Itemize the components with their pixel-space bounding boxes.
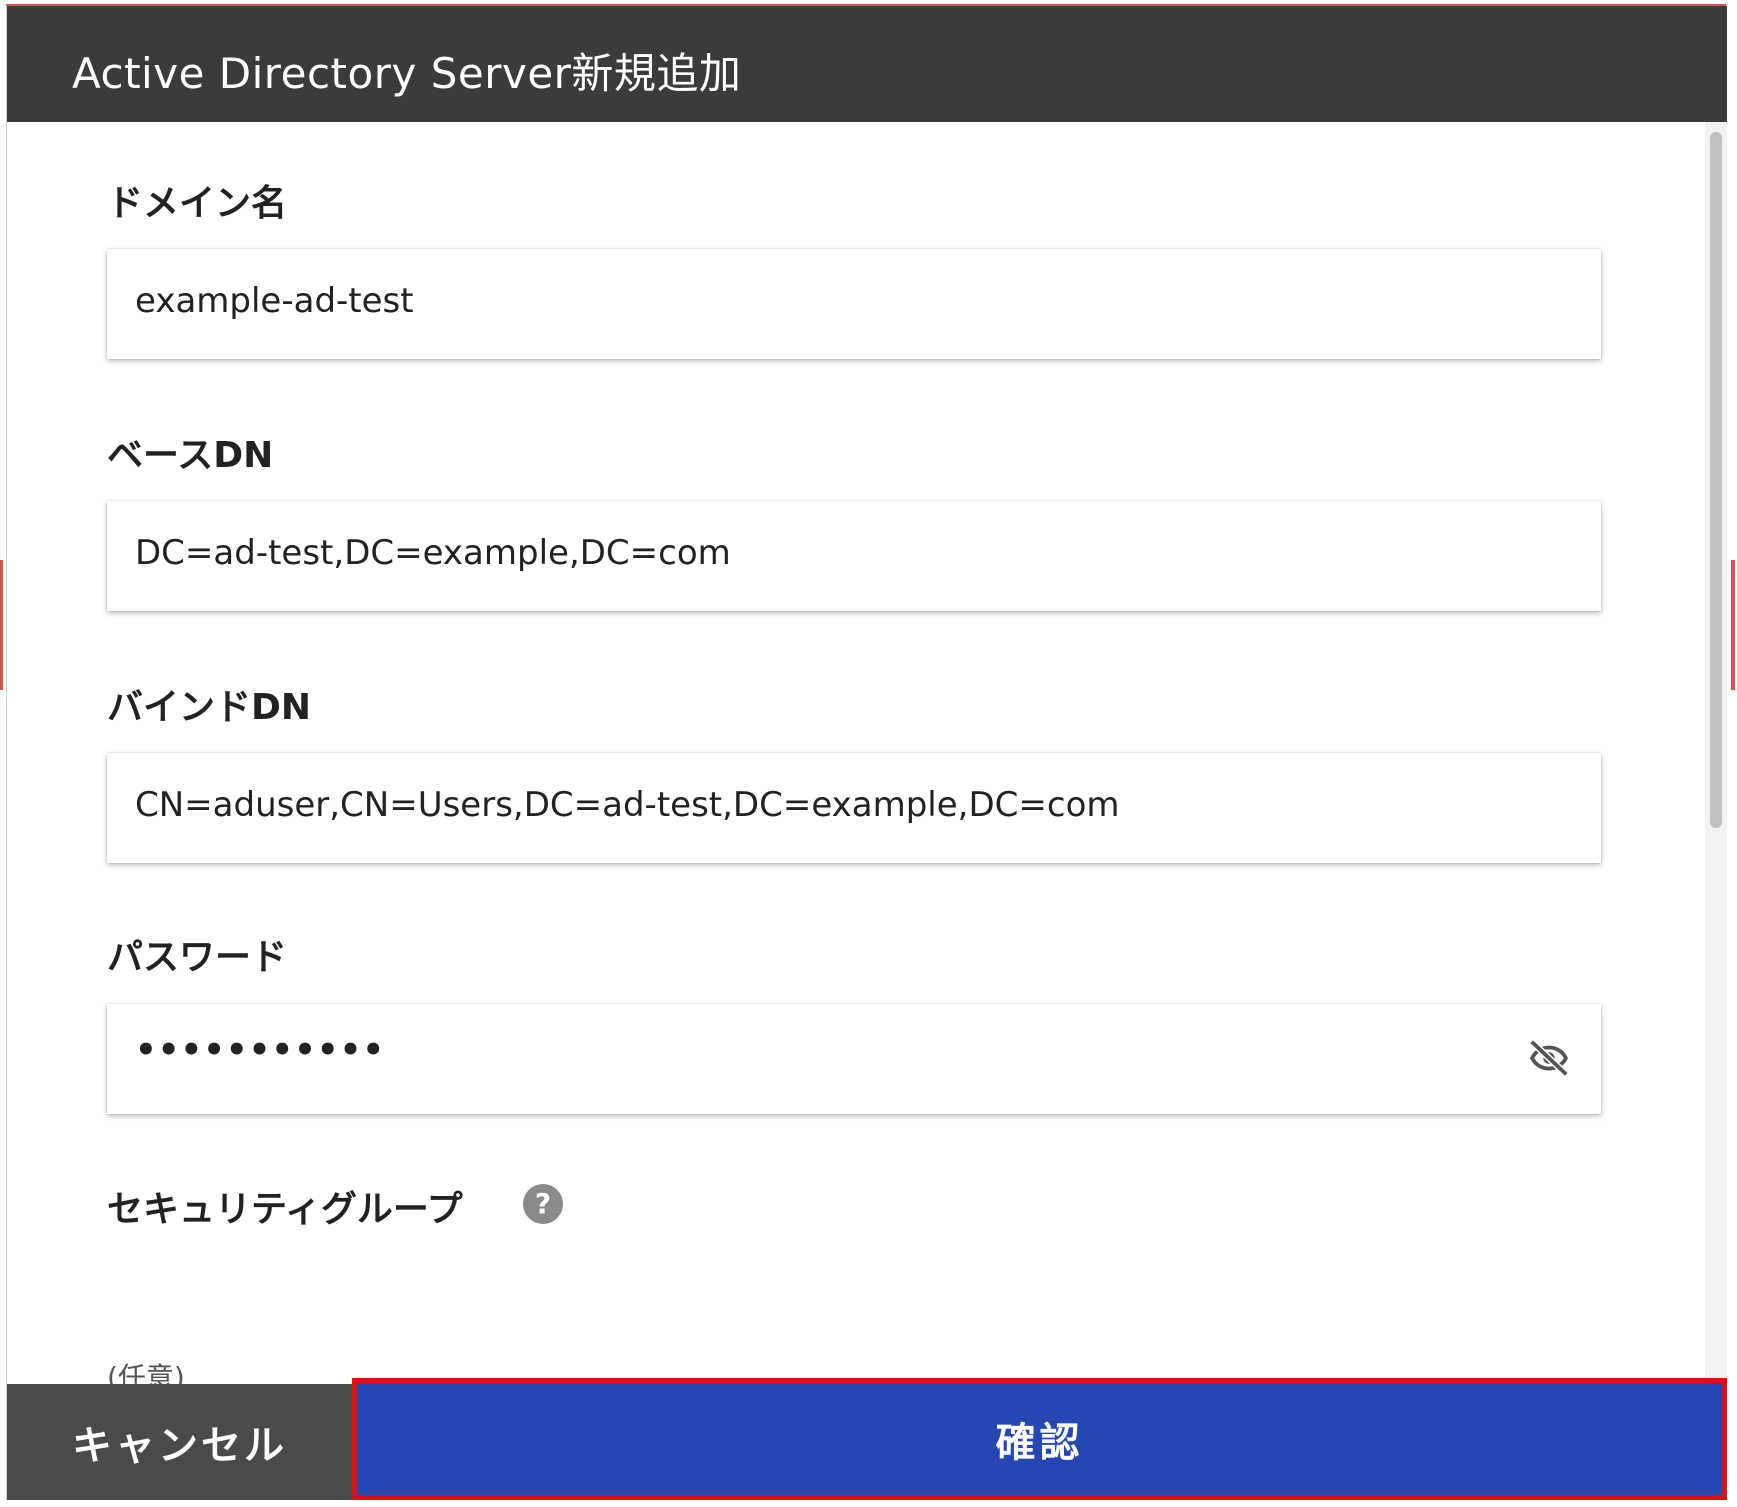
dialog-footer: キャンセル 確認 [7,1378,1727,1500]
password-input-value: ••••••••••• [135,1030,386,1070]
dialog-title: Active Directory Server新規追加 [72,49,742,98]
scrollbar-thumb[interactable] [1710,132,1722,828]
optional-note: (任意) [107,1361,185,1384]
base-dn-input-value: DC=ad-test,DC=example,DC=com [135,533,731,573]
security-group-label: セキュリティグループ [107,1189,463,1230]
domain-input-value: example-ad-test [135,281,414,321]
background-accent-right [1731,560,1735,690]
confirm-button[interactable]: 確認 [352,1378,1727,1500]
base-dn-input[interactable]: DC=ad-test,DC=example,DC=com [107,501,1601,611]
background-accent-left [0,560,3,690]
bind-dn-label: バインドDN [107,687,312,728]
password-label: パスワード [107,937,288,978]
bind-dn-input-value: CN=aduser,CN=Users,DC=ad-test,DC=example… [135,785,1120,825]
password-input[interactable]: ••••••••••• [107,1004,1601,1114]
help-icon[interactable]: ? [523,1184,563,1224]
dialog-content: ドメイン名 example-ad-test ベースDN DC=ad-test,D… [7,122,1727,1384]
cancel-button[interactable]: キャンセル [7,1384,352,1500]
eye-off-icon[interactable] [1523,1036,1575,1082]
dialog-titlebar: Active Directory Server新規追加 [7,6,1727,122]
base-dn-label: ベースDN [107,435,274,476]
add-ad-server-dialog: Active Directory Server新規追加 ドメイン名 exampl… [6,6,1727,1500]
vertical-scrollbar[interactable] [1705,122,1727,1384]
bind-dn-input[interactable]: CN=aduser,CN=Users,DC=ad-test,DC=example… [107,753,1601,863]
domain-input[interactable]: example-ad-test [107,249,1601,359]
domain-label: ドメイン名 [107,183,288,224]
